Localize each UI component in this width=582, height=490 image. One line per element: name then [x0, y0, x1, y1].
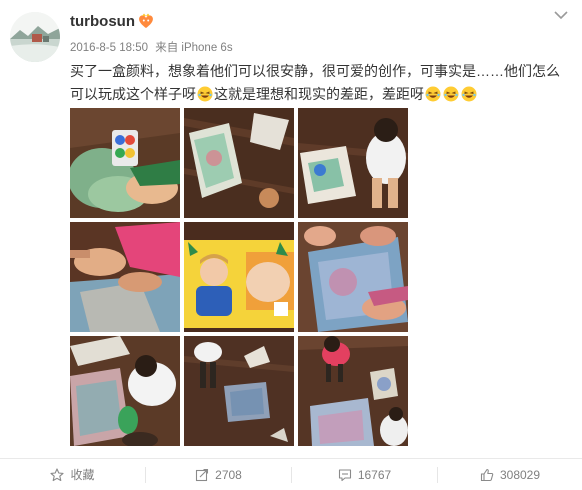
- post-source: 来自 iPhone 6s: [155, 42, 233, 54]
- repost-icon: [196, 468, 209, 481]
- weibo-post-card: turbosun 2016-8-5 18:50 来自 iPhone 6s 买了一…: [0, 0, 582, 490]
- vip-badge-icon[interactable]: [137, 12, 155, 30]
- laughing-emoji-icon: [197, 86, 213, 102]
- username[interactable]: turbosun: [70, 13, 135, 30]
- like-button[interactable]: 308029: [438, 459, 582, 490]
- laughing-emoji-icon: [461, 86, 477, 102]
- comment-icon: [338, 468, 351, 481]
- photo-thumbnail[interactable]: [70, 222, 180, 332]
- laughing-emoji-icon: [425, 86, 441, 102]
- photo-grid: [70, 108, 410, 448]
- photo-thumbnail[interactable]: [298, 222, 408, 332]
- photo-thumbnail[interactable]: [184, 222, 294, 332]
- repost-count: 2708: [215, 467, 242, 482]
- post-date[interactable]: 2016-8-5 18:50: [70, 42, 148, 54]
- favorite-button[interactable]: 收藏: [0, 459, 145, 490]
- laughing-emoji-icon: [443, 86, 459, 102]
- like-count: 308029: [499, 467, 541, 482]
- chevron-down-icon[interactable]: [554, 10, 568, 20]
- photo-thumbnail[interactable]: [298, 108, 408, 218]
- post-text: 买了一盒颜料，想象着他们可以很安静，很可爱的创作，可事实是……他们怎么 可以玩成…: [70, 60, 570, 106]
- comment-count: 16767: [357, 467, 392, 482]
- post-text-line2b: 这就是理想和现实的差距，差距呀: [214, 86, 424, 102]
- photo-thumbnail[interactable]: [70, 108, 180, 218]
- photo-thumbnail[interactable]: [298, 336, 408, 446]
- post-text-line2: 可以玩成这个样子呀 这就是理想和现实的差距，差距呀: [70, 83, 570, 106]
- photo-thumbnail[interactable]: [184, 336, 294, 446]
- comment-button[interactable]: 16767: [292, 459, 437, 490]
- favorite-label: 收藏: [70, 468, 95, 482]
- repost-button[interactable]: 2708: [146, 459, 291, 490]
- post-meta: 2016-8-5 18:50 来自 iPhone 6s: [70, 39, 237, 55]
- star-icon: [50, 467, 65, 481]
- photo-thumbnail[interactable]: [70, 336, 180, 446]
- avatar[interactable]: [10, 12, 60, 62]
- post-text-line2a: 可以玩成这个样子呀: [70, 86, 196, 102]
- thumbs-up-icon: [480, 468, 494, 481]
- action-bar: 收藏 2708 16767 308029: [0, 458, 582, 490]
- post-text-line1: 买了一盒颜料，想象着他们可以很安静，很可爱的创作，可事实是……他们怎么: [70, 63, 560, 79]
- photo-thumbnail[interactable]: [184, 108, 294, 218]
- avatar-image: [10, 12, 60, 62]
